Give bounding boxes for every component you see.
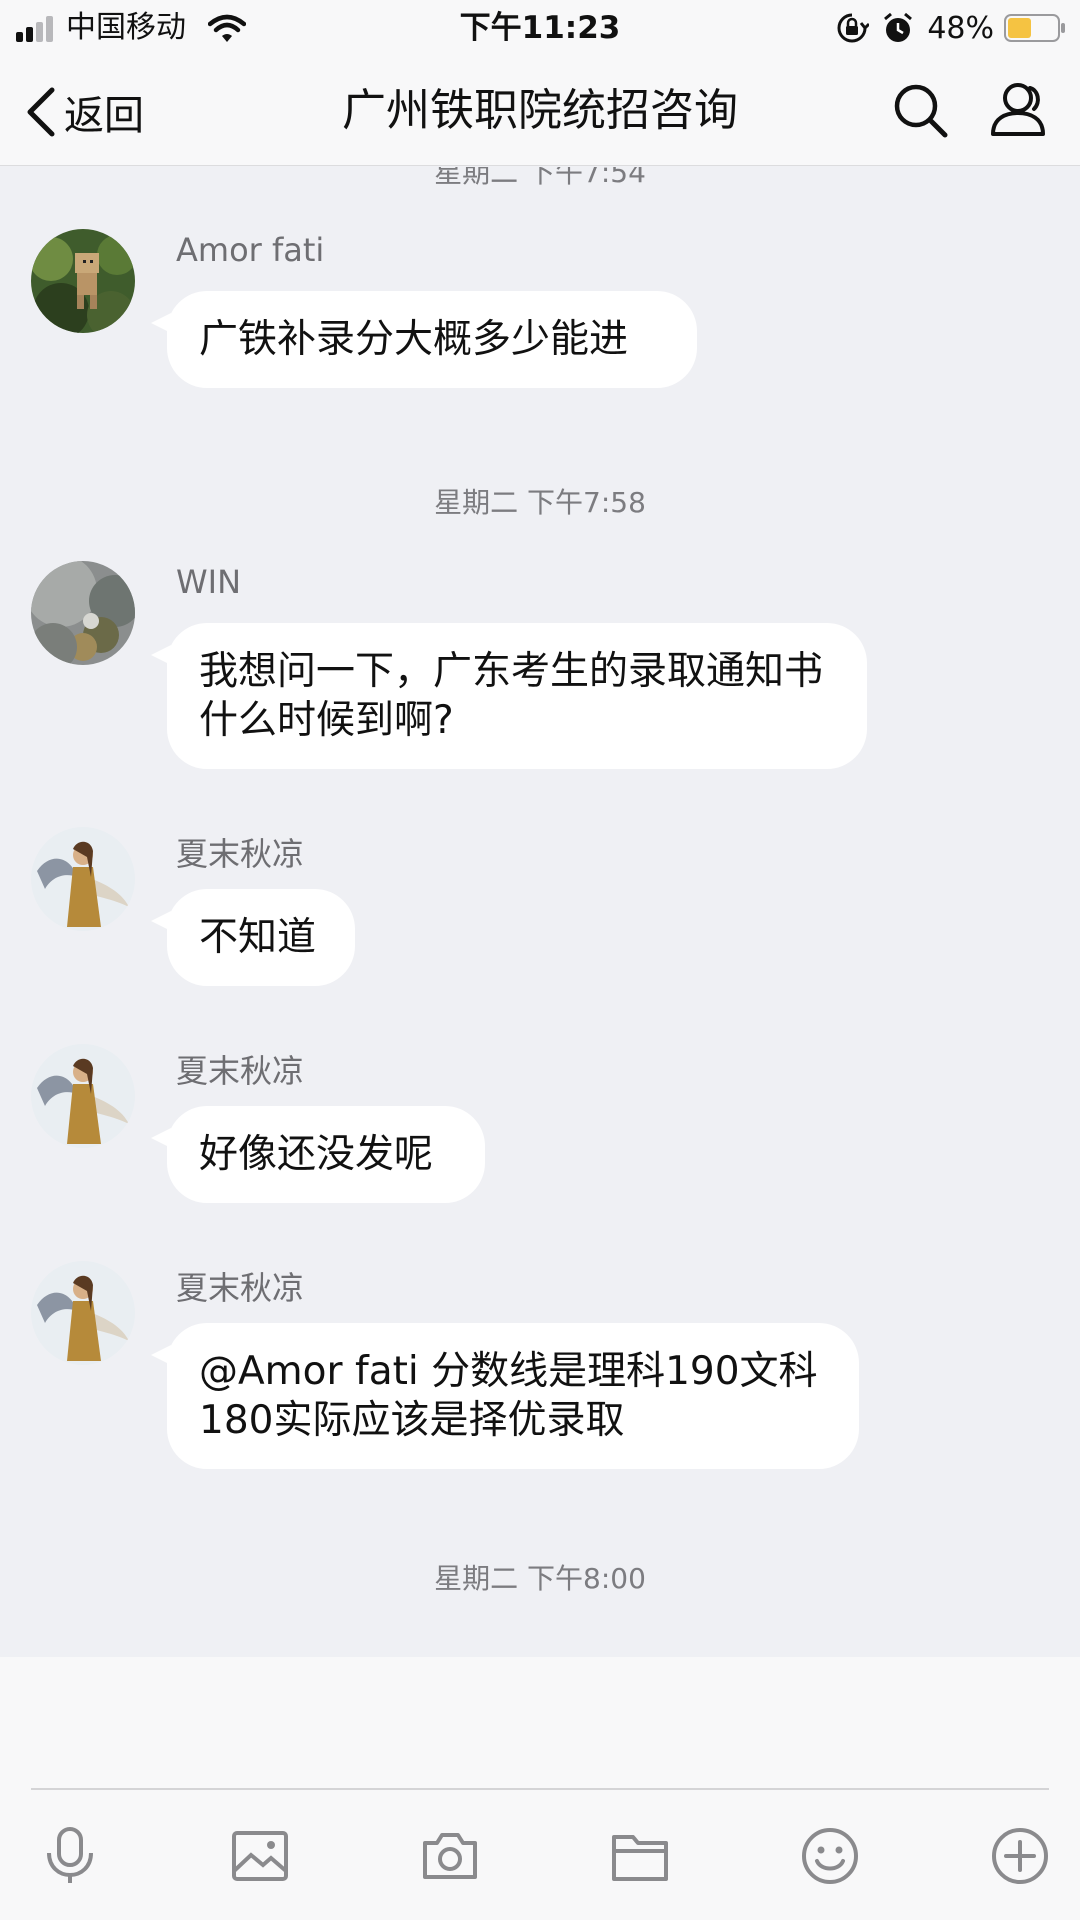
orientation-lock-icon [837,13,870,43]
sender-name[interactable]: Amor fati [176,231,324,269]
message-input[interactable] [31,1788,1049,1790]
sender-name[interactable]: 夏末秋凉 [176,1046,304,1092]
alarm-icon [884,12,913,42]
battery-percentage: 48% [927,10,994,46]
timestamp-separator: 星期二 下午7:54 [434,167,646,189]
message-bubble[interactable]: 我想问一下，广东考生的录取通知书什么时候到啊? [151,623,867,769]
navigation-bar: 返回 广州铁职院统招咨询 [0,56,1080,166]
image-icon[interactable] [229,1825,291,1887]
sender-name[interactable]: WIN [176,563,241,601]
status-bar: 中国移动 下午11:23 48% [0,0,1080,56]
battery-icon [1004,14,1065,42]
input-panel [0,1657,1080,1920]
avatar-illustration[interactable] [31,1261,135,1365]
chat-list[interactable]: 星期二 下午7:54 Amor fati 广铁补录分大概多少能进 星期二 下午7… [0,167,1080,1657]
message-bubble[interactable]: 不知道 [151,889,355,986]
avatar-figurine[interactable] [31,229,135,333]
message-bubble[interactable]: 广铁补录分大概多少能进 [151,291,697,388]
folder-icon[interactable] [609,1825,671,1887]
message-bubble[interactable]: @Amor fati 分数线是理科190文科180实际应该是择优录取 [151,1323,859,1469]
group-members-icon[interactable] [988,80,1048,140]
timestamp-separator: 星期二 下午7:58 [434,486,646,519]
sender-name[interactable]: 夏末秋凉 [176,829,304,875]
camera-icon[interactable] [419,1825,481,1887]
top-bar: 中国移动 下午11:23 48% 返回 广州铁职院统招咨询 [0,0,1080,166]
microphone-icon[interactable] [39,1825,101,1887]
search-icon[interactable] [890,80,950,140]
message-bubble[interactable]: 好像还没发呢 [151,1106,485,1203]
plus-icon[interactable] [989,1825,1051,1887]
sender-name[interactable]: 夏末秋凉 [176,1263,304,1309]
avatar-illustration[interactable] [31,1044,135,1148]
emoji-icon[interactable] [799,1825,861,1887]
timestamp-separator: 星期二 下午8:00 [434,1562,646,1595]
avatar-illustration[interactable] [31,827,135,931]
avatar-landscape[interactable] [31,561,135,665]
